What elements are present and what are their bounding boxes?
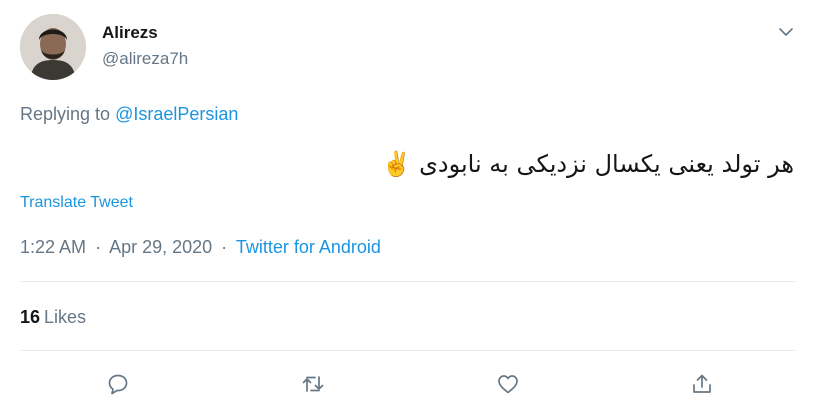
author-handle[interactable]: @alireza7h [102,48,188,70]
chevron-down-icon[interactable] [776,22,796,42]
tweet-text: هر تولد یعنی یکسال نزدیکی به نابودی ✌️ [20,146,794,182]
tweet-body: هر تولد یعنی یکسال نزدیکی به نابودی [419,150,794,178]
heart-icon [498,375,518,394]
tweet-metadata: 1:22 AM · Apr 29, 2020 · Twitter for And… [20,237,381,258]
likes-number: 16 [20,307,41,327]
reply-mention-link[interactable]: @IsraelPersian [115,104,238,124]
author-name[interactable]: Alirezs [102,22,188,44]
replying-to-label: Replying to [20,104,111,124]
tweet-date[interactable]: Apr 29, 2020 [109,237,212,257]
share-icon [693,374,711,393]
avatar[interactable] [20,14,86,80]
meta-separator: · [95,237,102,257]
meta-separator: · [221,237,228,257]
tweet-header: Alirezs @alireza7h [20,14,800,80]
likes-label: Likes [44,307,87,327]
tweet-source-link[interactable]: Twitter for Android [236,237,381,257]
share-button[interactable] [684,366,720,402]
tweet-time[interactable]: 1:22 AM [20,237,86,257]
translate-tweet-link[interactable]: Translate Tweet [20,194,133,212]
likes-count[interactable]: 16 Likes [20,307,86,328]
like-button[interactable] [490,366,526,402]
retweet-button[interactable] [295,366,331,402]
divider [20,350,796,351]
user-info: Alirezs @alireza7h [102,22,188,70]
tweet-actions [20,366,796,402]
reply-button[interactable] [100,366,136,402]
divider [20,281,796,282]
replying-to: Replying to @IsraelPersian [20,104,238,125]
victory-hand-emoji: ✌️ [381,150,412,178]
retweet-icon [302,376,324,392]
speech-bubble-icon [108,374,128,395]
